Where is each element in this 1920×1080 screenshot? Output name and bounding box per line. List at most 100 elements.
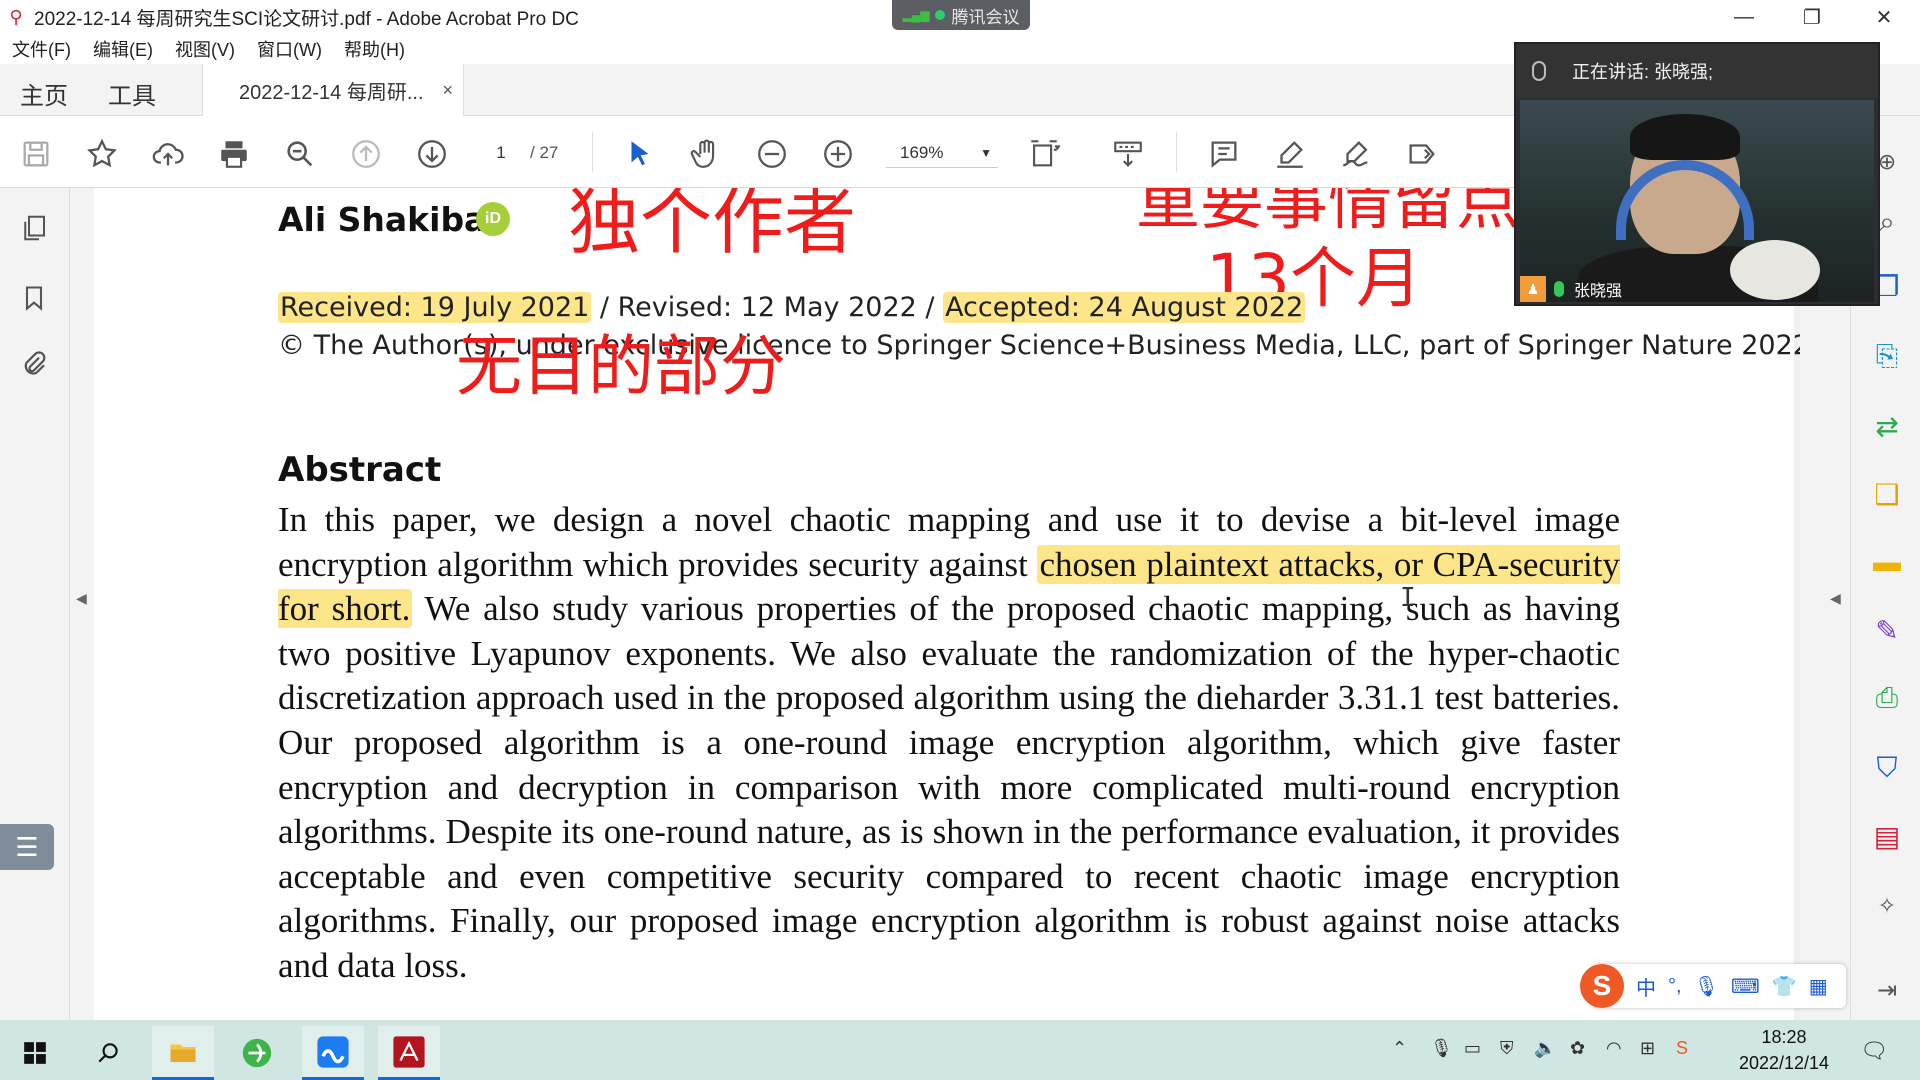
export-pdf-icon[interactable]: ⇄ bbox=[1867, 406, 1907, 446]
menu-file[interactable]: 文件(F) bbox=[12, 36, 71, 62]
scroll-mode-icon[interactable] bbox=[1108, 134, 1148, 174]
tab-home[interactable]: 主页 bbox=[20, 76, 68, 111]
restore-button[interactable]: ❐ bbox=[1784, 0, 1840, 34]
zoom-out-icon[interactable] bbox=[752, 134, 792, 174]
select-cursor-icon[interactable] bbox=[620, 134, 660, 174]
tab-document[interactable]: 2022-12-14 每周研... × bbox=[202, 64, 464, 116]
print-production-icon[interactable]: ⎙ bbox=[1867, 678, 1907, 718]
hand-tool-icon[interactable] bbox=[686, 134, 726, 174]
document-viewport[interactable]: Ali Shakiba1 iD 独个作者 重要事情留点 13个月 Receive… bbox=[94, 188, 1800, 1020]
sign-icon[interactable] bbox=[1336, 134, 1376, 174]
highlight-pen-icon[interactable] bbox=[1270, 134, 1310, 174]
accepted-highlight: Accepted: 24 August 2022 bbox=[943, 292, 1306, 323]
tray-expand-icon[interactable]: ⌃ bbox=[1392, 1038, 1407, 1059]
cloud-upload-icon[interactable] bbox=[148, 134, 188, 174]
author-name: Ali Shakiba1 bbox=[278, 200, 499, 239]
orcid-icon[interactable]: iD bbox=[476, 202, 510, 236]
sogou-logo-icon: S bbox=[1580, 964, 1624, 1008]
close-tab-icon[interactable]: × bbox=[442, 80, 453, 101]
notification-center-icon[interactable]: 🗨 bbox=[1860, 1038, 1888, 1064]
signal-bars-icon: ▂▄▆ bbox=[902, 8, 930, 22]
edit-tag-icon[interactable] bbox=[1402, 134, 1442, 174]
right-pane-toggle[interactable]: ◀ bbox=[1800, 188, 1850, 1020]
acrobat-app-icon[interactable] bbox=[378, 1026, 440, 1080]
tab-tools[interactable]: 工具 bbox=[108, 76, 156, 111]
previous-page-icon[interactable] bbox=[346, 134, 386, 174]
microphone-icon bbox=[1532, 61, 1546, 81]
page-number-input[interactable]: 1 bbox=[478, 138, 524, 168]
tray-battery-icon[interactable]: ▭ bbox=[1464, 1038, 1481, 1059]
comment-tool-icon[interactable]: ▬ bbox=[1867, 542, 1907, 582]
zoom-search-icon[interactable] bbox=[280, 134, 320, 174]
tray-wifi-icon[interactable]: ◠ bbox=[1606, 1038, 1622, 1059]
submission-dates: Received: 19 July 2021 / Revised: 12 May… bbox=[278, 292, 1306, 323]
fill-sign-icon[interactable]: ✎ bbox=[1867, 610, 1907, 650]
comment-icon[interactable] bbox=[1204, 134, 1244, 174]
ime-skin-icon[interactable]: 👕 bbox=[1772, 974, 1797, 999]
mic-active-icon bbox=[1554, 281, 1564, 297]
video-call-window[interactable]: 正在讲话: 张晓强; ♟ 张晓强 bbox=[1514, 42, 1880, 306]
attachments-icon[interactable] bbox=[16, 346, 52, 382]
ime-punctuation[interactable]: °, bbox=[1668, 975, 1682, 998]
abstract-text: In this paper, we design a novel chaotic… bbox=[278, 500, 1621, 985]
taskbar-clock[interactable]: 18:28 2022/12/14 bbox=[1724, 1024, 1844, 1076]
tray-mic-icon[interactable]: 🎙 bbox=[1430, 1038, 1453, 1059]
zoom-in-icon[interactable] bbox=[818, 134, 858, 174]
expand-pane-icon[interactable]: ⇥ bbox=[1867, 970, 1907, 1010]
tray-app-icon[interactable]: ✿ bbox=[1570, 1038, 1585, 1059]
windows-taskbar: ⌃ 🎙 ▭ ⛨ 🔈 ✿ ◠ ⊞ S 18:28 2022/12/14 🗨 bbox=[0, 1020, 1920, 1080]
page-fit-icon[interactable] bbox=[1024, 134, 1064, 174]
menu-edit[interactable]: 编辑(E) bbox=[93, 36, 153, 62]
tray-sogou-icon[interactable]: S bbox=[1676, 1038, 1688, 1059]
avatar-icon: ♟ bbox=[1520, 276, 1546, 302]
participant-name: 张晓强 bbox=[1574, 283, 1623, 300]
zoom-level-select[interactable]: 169% ▼ bbox=[886, 138, 998, 168]
video-person-hair bbox=[1630, 114, 1740, 160]
table-of-contents-button[interactable]: ☰ bbox=[0, 824, 54, 870]
menu-view[interactable]: 视图(V) bbox=[175, 36, 235, 62]
bookmarks-icon[interactable] bbox=[16, 280, 52, 316]
page-thumbnails-icon[interactable] bbox=[16, 210, 52, 246]
text-cursor-icon: I bbox=[1400, 583, 1416, 613]
clock-time: 18:28 bbox=[1761, 1027, 1807, 1047]
tencent-meeting-pill[interactable]: ▂▄▆ 腾讯会议 bbox=[892, 0, 1030, 30]
meeting-label: 腾讯会议 bbox=[951, 7, 1020, 27]
ime-keyboard-icon[interactable]: ⌨ bbox=[1731, 974, 1760, 999]
collapse-left-icon: ◀ bbox=[76, 590, 87, 606]
organize-pages-icon[interactable]: ▤ bbox=[1867, 816, 1907, 856]
left-pane-toggle[interactable]: ◀ bbox=[70, 188, 94, 1020]
abstract-heading: Abstract bbox=[278, 450, 442, 490]
tray-ime-icon[interactable]: ⊞ bbox=[1640, 1038, 1655, 1059]
file-explorer-icon[interactable] bbox=[152, 1026, 214, 1080]
save-icon[interactable] bbox=[16, 134, 56, 174]
browser-icon[interactable] bbox=[226, 1026, 288, 1080]
video-person-collar bbox=[1730, 240, 1820, 300]
protect-shield-icon[interactable]: ⛉ bbox=[1867, 748, 1907, 788]
print-icon[interactable] bbox=[214, 134, 254, 174]
search-icon[interactable] bbox=[78, 1026, 140, 1080]
ime-toolbar[interactable]: S 中 °, 🎙 ⌨ 👕 ▦ bbox=[1580, 964, 1846, 1008]
close-window-button[interactable]: ✕ bbox=[1856, 0, 1912, 34]
tray-volume-icon[interactable]: 🔈 bbox=[1534, 1038, 1556, 1059]
annotation-purpose: 无目的部分 bbox=[456, 328, 786, 405]
collapse-right-icon: ◀ bbox=[1830, 590, 1841, 606]
participant-name-bar: ♟ 张晓强 bbox=[1520, 276, 1622, 302]
tencent-meeting-app-icon[interactable] bbox=[302, 1026, 364, 1080]
pdf-page: Ali Shakiba1 iD 独个作者 重要事情留点 13个月 Receive… bbox=[94, 188, 1800, 1020]
bookmark-star-icon[interactable] bbox=[82, 134, 122, 174]
speaking-label: 正在讲话: 张晓强; bbox=[1572, 62, 1714, 82]
start-icon[interactable] bbox=[4, 1026, 66, 1080]
create-pdf-icon[interactable]: ⎘ bbox=[1867, 336, 1907, 376]
toolbar-divider bbox=[592, 132, 593, 172]
edit-pdf-icon[interactable]: ❑ bbox=[1867, 474, 1907, 514]
next-page-icon[interactable] bbox=[412, 134, 452, 174]
ime-mode[interactable]: 中 bbox=[1636, 972, 1656, 1001]
annotation-important: 重要事情留点 bbox=[1136, 188, 1520, 239]
menu-help[interactable]: 帮助(H) bbox=[344, 36, 405, 62]
tray-security-icon[interactable]: ⛨ bbox=[1500, 1038, 1514, 1059]
menu-window[interactable]: 窗口(W) bbox=[257, 36, 322, 62]
minimize-button[interactable]: — bbox=[1716, 0, 1772, 34]
ime-apps-icon[interactable]: ▦ bbox=[1809, 974, 1828, 999]
ime-voice-icon[interactable]: 🎙 bbox=[1694, 974, 1719, 999]
more-tools-icon[interactable]: ✧ bbox=[1867, 886, 1907, 926]
